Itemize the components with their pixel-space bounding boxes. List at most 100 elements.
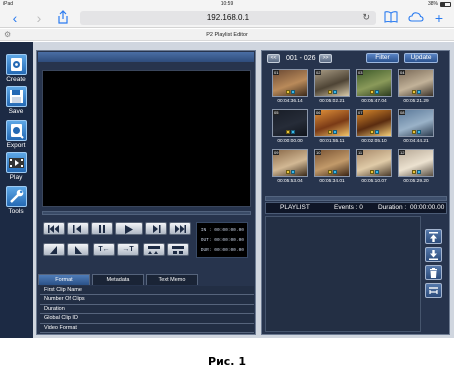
play-tool-button[interactable]: Play [3,152,29,181]
update-button[interactable]: Update [404,53,438,63]
export-button[interactable]: Export [3,120,29,149]
delete-button[interactable] [425,265,442,280]
page-title-bar: ⚙ P2 Playlist Editor [0,29,454,41]
step-back-button[interactable] [67,222,89,235]
clip-badge-icon [412,170,416,174]
clip-number: 08 [399,110,406,115]
browser-toolbar: ‹ › 192.168.0.1 ↻ + [0,8,454,28]
clip-number: 11 [357,150,364,155]
clip-badge-icon [370,90,374,94]
clip-thumbnail[interactable]: 04 [398,69,434,97]
clip-number: 12 [399,150,406,155]
clip-badge-icon [291,130,295,134]
skip-to-end-button[interactable] [169,222,191,235]
split-a-icon [148,246,160,254]
clip-number: 03 [357,70,364,75]
bookmarks-icon[interactable] [384,10,398,26]
property-duration: Duration [40,304,254,315]
clip-browser-panel: << 001 - 026 >> Filter Update 01 00:04:36… [261,50,450,335]
skip-to-start-button[interactable] [43,222,65,235]
tab-text-memo[interactable]: Text Memo [146,274,198,285]
main-toolbar: Create Save Export Play Tools [0,42,33,338]
play-button[interactable] [115,222,143,235]
clip-number: 05 [273,110,280,115]
clip-duration: 00:04:44.21 [403,139,429,144]
clip-badge-icon [417,170,421,174]
mark-out-button[interactable] [67,243,89,256]
tab-metadata[interactable]: Metadata [92,274,144,285]
clip-number: 10 [315,150,322,155]
clip-thumbnail[interactable]: 02 [314,69,350,97]
clip-badge-icon [375,130,379,134]
split-a-button[interactable] [143,243,165,256]
out-timecode: OUT: 00:00:00.00 [200,238,244,243]
clip-badge-icon [417,90,421,94]
clip-badge-icon [333,90,337,94]
clip-thumbnail[interactable]: 01 [272,69,308,97]
clip-thumbnail[interactable]: 05 [272,109,308,137]
clip-badge-icon [291,170,295,174]
save-icon [5,86,27,107]
clip-number: 06 [315,110,322,115]
clip-thumbnail[interactable]: 11 [356,149,392,177]
clip-badge-icon [286,90,290,94]
clip-thumbnail[interactable]: 09 [272,149,308,177]
clip-badge-icon [286,130,290,134]
clip-thumbnail[interactable]: 06 [314,109,350,137]
trim-in-button[interactable]: T← [93,243,115,256]
clock: 10:59 [220,1,234,7]
clip-thumbnail[interactable]: 07 [356,109,392,137]
export-icon [5,120,27,141]
format-properties: First Clip Name Number Of Clips Duration… [40,286,254,333]
timecode-display: IN : 00:00:00.00 OUT: 00:00:00.00 DUR: 0… [196,222,248,258]
url-text: 192.168.0.1 [206,13,250,22]
create-button[interactable]: Create [3,54,29,83]
clip-badge-icon [417,130,421,134]
status-bar: iPad 10:59 38% [0,0,454,8]
clip-duration: 00:01:55.11 [319,139,345,144]
save-button[interactable]: Save [3,86,29,115]
adjust-icon [429,287,438,294]
share-icon[interactable] [56,10,70,26]
clip-duration: 00:05:34.01 [319,179,345,184]
filter-button[interactable]: Filter [366,53,399,63]
forward-icon[interactable]: › [32,10,46,26]
split-b-button[interactable] [167,243,189,256]
clip-badge-icon [328,90,332,94]
clip-badge-icon [412,90,416,94]
mark-in-button[interactable] [43,243,65,256]
adjust-button[interactable] [425,283,442,298]
clip-thumbnail[interactable]: 08 [398,109,434,137]
clip-badge-icon [333,130,337,134]
reload-icon[interactable]: ↻ [362,12,370,23]
tab-format[interactable]: Format [38,274,90,285]
clip-badge-icon [291,90,295,94]
back-icon[interactable]: ‹ [8,10,22,26]
property-video-format: Video Format [40,323,254,333]
step-forward-button[interactable] [145,222,167,235]
clip-badge-icon [370,130,374,134]
prev-page-button[interactable]: << [267,54,280,63]
clip-duration: 00:05:53.04 [277,179,303,184]
pause-button[interactable] [91,222,113,235]
clip-thumbnail[interactable]: 10 [314,149,350,177]
battery-percent: 38% [427,1,438,7]
clip-duration: 00:05:02.21 [319,99,345,104]
clip-thumbnail[interactable]: 03 [356,69,392,97]
clip-thumbnail-grid: 01 00:04:36.14 02 00:05:02.21 03 00:05:47.04 0… [272,69,442,189]
address-bar[interactable]: 192.168.0.1 ↻ [80,11,376,25]
tools-button[interactable]: Tools [3,186,29,215]
clip-duration: 00:02:05.10 [361,139,387,144]
events-count: Events : 0 [334,204,363,211]
cloud-tabs-icon[interactable] [408,10,424,26]
move-up-button[interactable] [425,229,442,244]
clip-thumbnail[interactable]: 12 [398,149,434,177]
playlist-timeline[interactable] [265,216,421,332]
new-tab-icon[interactable]: + [432,10,446,26]
trim-out-button[interactable]: →T [117,243,139,256]
next-page-button[interactable]: >> [319,54,332,63]
preview-position-bar[interactable] [42,211,251,215]
playlist-divider [265,196,447,201]
move-down-button[interactable] [425,247,442,262]
clip-duration: 00:05:21.29 [403,99,429,104]
